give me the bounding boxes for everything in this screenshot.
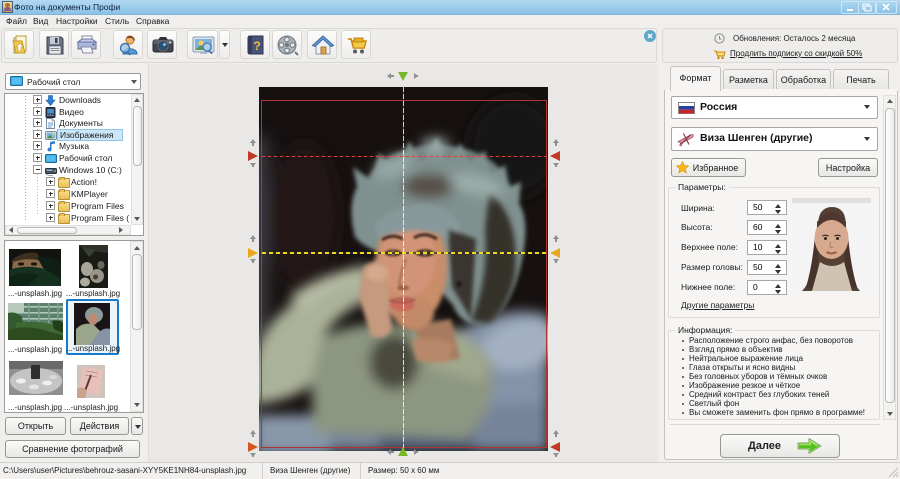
svg-text:?: ? [253,39,260,53]
